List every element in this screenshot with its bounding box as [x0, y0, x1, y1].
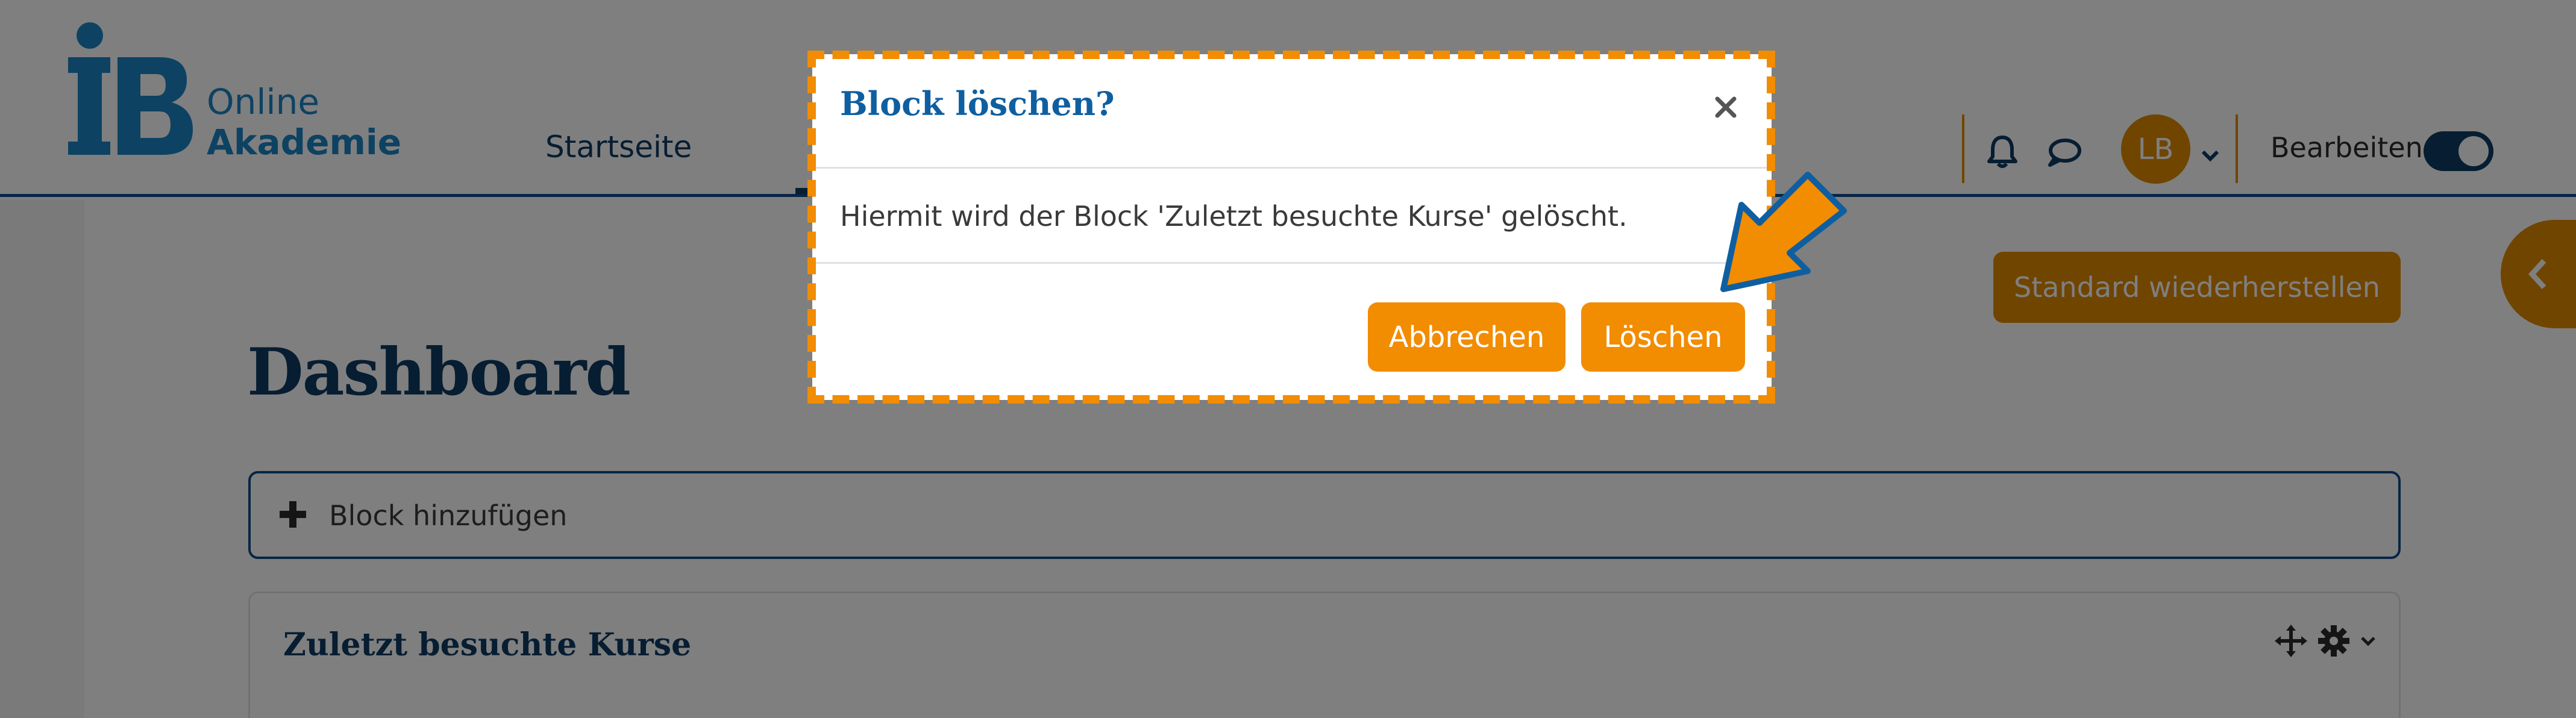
modal-header: Block löschen?	[812, 54, 1772, 169]
delete-button[interactable]: Löschen	[1581, 302, 1745, 372]
cancel-button[interactable]: Abbrechen	[1368, 302, 1565, 372]
close-icon	[1715, 96, 1737, 118]
close-button[interactable]	[1704, 86, 1747, 129]
pointer-arrow-icon	[1720, 172, 1847, 292]
modal-body: Hiermit wird der Block 'Zuletzt besuchte…	[812, 169, 1772, 264]
modal-message: Hiermit wird der Block 'Zuletzt besuchte…	[840, 200, 1628, 233]
modal-title: Block löschen?	[840, 84, 1115, 123]
delete-block-dialog: Block löschen? Hiermit wird der Block 'Z…	[812, 54, 1772, 400]
